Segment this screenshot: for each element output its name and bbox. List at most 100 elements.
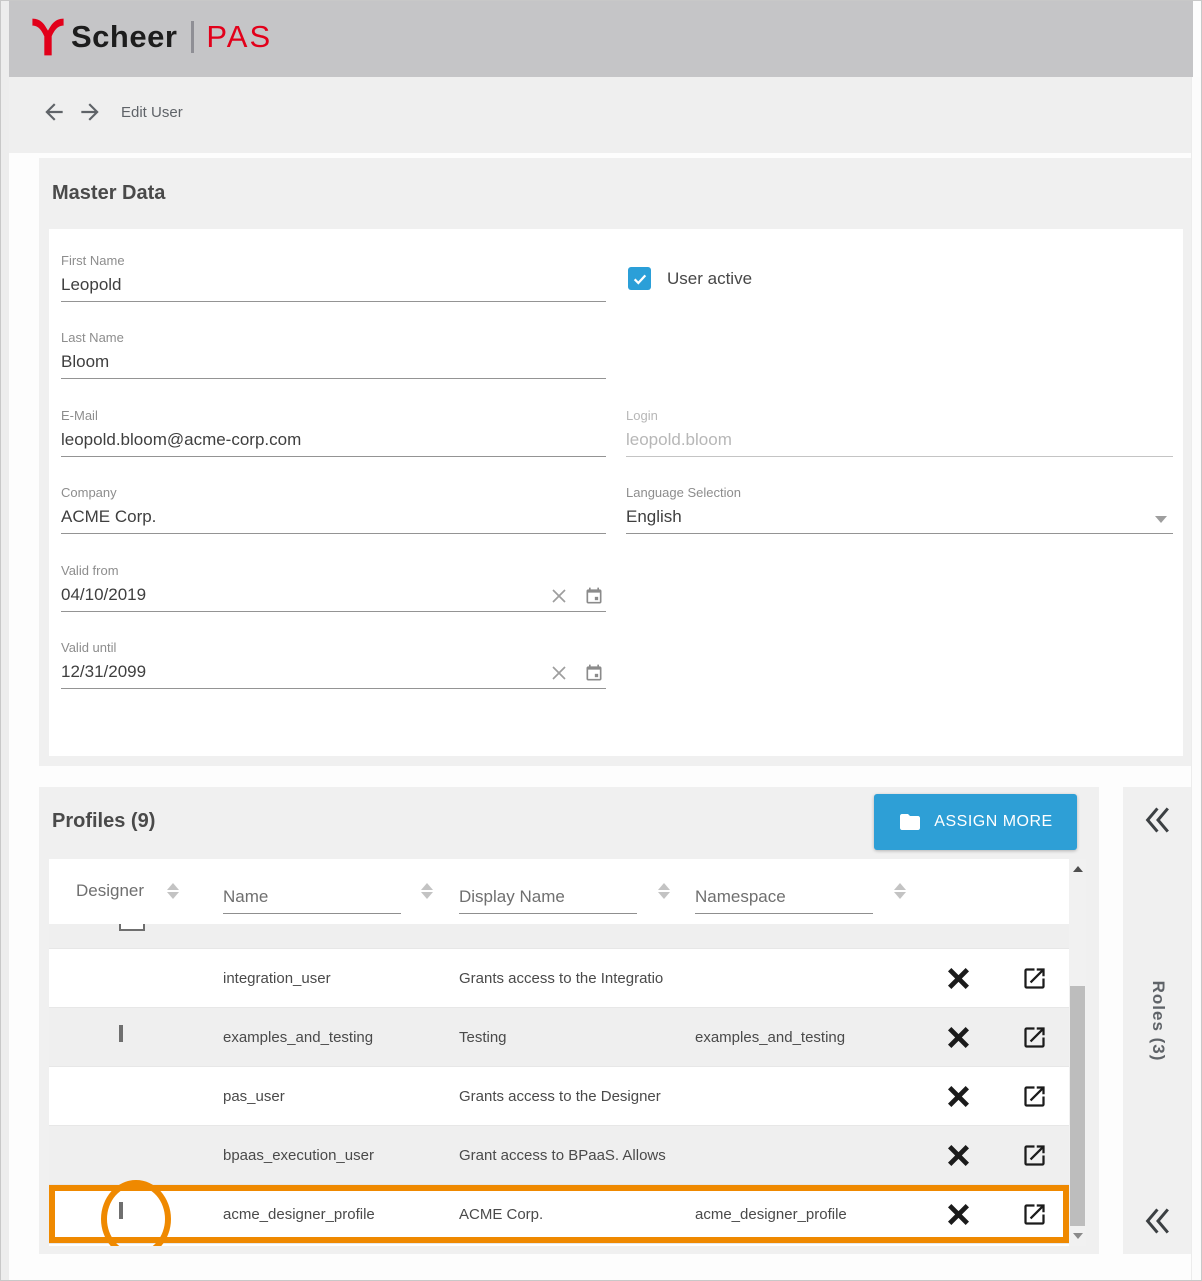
page-title: Edit User: [121, 104, 183, 121]
valid-from-input[interactable]: 04/10/2019: [61, 585, 606, 612]
profile-name: integration_user: [223, 970, 448, 987]
filter-input-display-name[interactable]: Display Name: [459, 887, 637, 914]
table-row[interactable]: integration_user Grants access to the In…: [49, 949, 1069, 1008]
designer-checkbox[interactable]: [119, 1025, 123, 1042]
brand-product-name: PAS: [206, 19, 272, 55]
table-row-partial: [49, 924, 1069, 949]
highlight-circle-annotation: [101, 1180, 171, 1246]
company-field[interactable]: Company ACME Corp.: [61, 485, 606, 534]
profiles-table-body: integration_user Grants access to the In…: [49, 924, 1069, 1246]
last-name-label: Last Name: [61, 330, 606, 345]
app-window: Scheer PAS Edit User Master Data First N…: [0, 0, 1202, 1281]
valid-until-input[interactable]: 12/31/2099: [61, 662, 606, 689]
sort-icon-designer[interactable]: [167, 881, 179, 901]
assign-more-label: ASSIGN MORE: [934, 813, 1052, 831]
login-field: Login leopold.bloom: [626, 408, 1173, 457]
scroll-up-arrow[interactable]: [1069, 861, 1086, 877]
column-header-designer[interactable]: Designer: [76, 881, 144, 901]
table-row[interactable]: pas_user Grants access to the Designer: [49, 1067, 1069, 1126]
roles-panel-collapsed[interactable]: Roles (3): [1123, 787, 1193, 1254]
open-profile-icon[interactable]: [1017, 961, 1051, 995]
user-active-label: User active: [667, 269, 752, 289]
profile-name: bpaas_execution_user: [223, 1147, 448, 1164]
unassign-icon[interactable]: [941, 1197, 975, 1231]
check-icon: [632, 271, 648, 287]
table-scrollbar[interactable]: [1069, 859, 1086, 1246]
filter-input-name[interactable]: Name: [223, 887, 401, 914]
filter-input-namespace[interactable]: Namespace: [695, 887, 873, 914]
first-name-field[interactable]: First Name Leopold: [61, 253, 606, 302]
expand-panel-icon[interactable]: [1143, 805, 1173, 835]
profiles-table-header: Designer Name Display Name Namespace: [49, 859, 1069, 924]
clear-date-icon[interactable]: [550, 587, 568, 605]
profile-name: pas_user: [223, 1088, 448, 1105]
calendar-icon[interactable]: [584, 586, 604, 606]
last-name-field[interactable]: Last Name Bloom: [61, 330, 606, 379]
brand-name: Scheer: [71, 19, 177, 55]
table-row[interactable]: examples_and_testing Testing examples_an…: [49, 1008, 1069, 1067]
brand-logo: Scheer PAS: [31, 17, 272, 57]
language-value: English: [626, 507, 682, 526]
profiles-card: Profiles (9) ASSIGN MORE Designer Name D…: [39, 787, 1099, 1254]
sort-icon-namespace[interactable]: [894, 881, 906, 901]
open-profile-icon[interactable]: [1017, 1138, 1051, 1172]
company-input[interactable]: ACME Corp.: [61, 507, 606, 534]
unassign-icon[interactable]: [941, 1138, 975, 1172]
open-profile-icon[interactable]: [1017, 1079, 1051, 1113]
first-name-label: First Name: [61, 253, 606, 268]
user-active-checkbox[interactable]: User active: [628, 267, 752, 290]
profiles-table: Designer Name Display Name Namespace int…: [49, 859, 1086, 1246]
scroll-down-arrow[interactable]: [1069, 1228, 1086, 1244]
master-data-card: Master Data First Name Leopold Last Name…: [39, 158, 1193, 766]
assign-more-button[interactable]: ASSIGN MORE: [874, 794, 1077, 850]
designer-checkbox[interactable]: [119, 1202, 123, 1219]
forward-arrow-icon[interactable]: [77, 99, 103, 125]
profiles-title: Profiles (9): [52, 810, 155, 833]
profile-namespace: acme_designer_profile: [695, 1206, 920, 1223]
page-scrollbar-track[interactable]: [1191, 77, 1201, 1280]
login-value: leopold.bloom: [626, 430, 1173, 457]
calendar-icon[interactable]: [584, 663, 604, 683]
profile-namespace: examples_and_testing: [695, 1029, 920, 1046]
valid-until-value: 12/31/2099: [61, 662, 146, 681]
checkbox-partial[interactable]: [119, 924, 145, 931]
valid-until-field[interactable]: Valid until 12/31/2099: [61, 640, 606, 689]
profile-display-name: Testing: [459, 1029, 684, 1046]
valid-from-field[interactable]: Valid from 04/10/2019: [61, 563, 606, 612]
last-name-input[interactable]: Bloom: [61, 352, 606, 379]
open-profile-icon[interactable]: [1017, 1020, 1051, 1054]
master-data-title: Master Data: [52, 182, 165, 205]
language-select[interactable]: English: [626, 507, 1173, 534]
login-label: Login: [626, 408, 1173, 423]
folder-icon: [898, 810, 922, 834]
valid-from-value: 04/10/2019: [61, 585, 146, 604]
valid-until-label: Valid until: [61, 640, 606, 655]
back-arrow-icon[interactable]: [41, 99, 67, 125]
scheer-logo-icon: [31, 17, 65, 57]
unassign-icon[interactable]: [941, 961, 975, 995]
roles-panel-label: Roles (3): [1148, 980, 1168, 1061]
clear-date-icon[interactable]: [550, 664, 568, 682]
unassign-icon[interactable]: [941, 1079, 975, 1113]
profile-display-name: Grant access to BPaaS. Allows: [459, 1147, 684, 1164]
email-input[interactable]: leopold.bloom@acme-corp.com: [61, 430, 606, 457]
email-label: E-Mail: [61, 408, 606, 423]
profile-name: examples_and_testing: [223, 1029, 448, 1046]
window-left-edge: [1, 1, 9, 1280]
first-name-input[interactable]: Leopold: [61, 275, 606, 302]
unassign-icon[interactable]: [941, 1020, 975, 1054]
open-profile-icon[interactable]: [1017, 1197, 1051, 1231]
sort-icon-name[interactable]: [421, 881, 433, 901]
app-header: Scheer PAS: [9, 1, 1193, 77]
expand-panel-icon[interactable]: [1143, 1206, 1173, 1236]
language-select-field[interactable]: Language Selection English: [626, 485, 1173, 534]
sort-icon-display-name[interactable]: [658, 881, 670, 901]
valid-from-label: Valid from: [61, 563, 606, 578]
table-row[interactable]: bpaas_execution_user Grant access to BPa…: [49, 1126, 1069, 1185]
profile-display-name: Grants access to the Integratio: [459, 970, 684, 987]
company-label: Company: [61, 485, 606, 500]
master-data-form: First Name Leopold Last Name Bloom E-Mai…: [49, 229, 1183, 756]
table-row-highlighted[interactable]: acme_designer_profile ACME Corp. acme_de…: [49, 1185, 1069, 1244]
email-field[interactable]: E-Mail leopold.bloom@acme-corp.com: [61, 408, 606, 457]
scrollbar-thumb[interactable]: [1070, 986, 1085, 1226]
